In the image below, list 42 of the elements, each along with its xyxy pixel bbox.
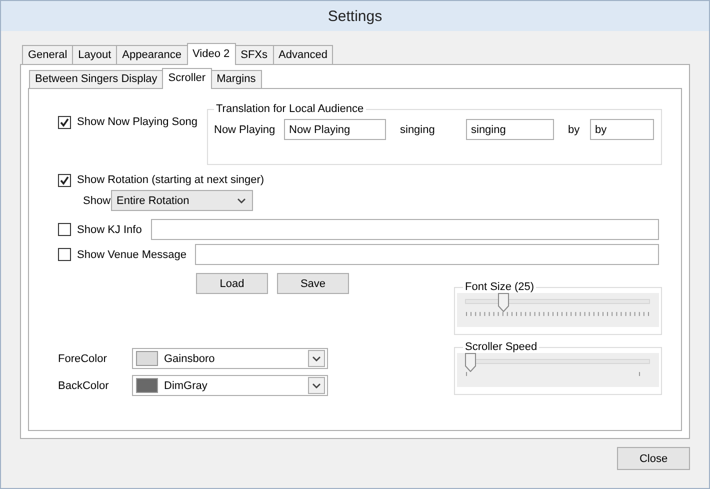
- tab[interactable]: Scroller: [162, 68, 212, 89]
- checkbox[interactable]: [58, 248, 71, 261]
- checkbox-label: Show KJ Info: [77, 224, 142, 236]
- button[interactable]: Save: [277, 273, 349, 294]
- tab[interactable]: Margins: [210, 70, 262, 88]
- field-label: BackColor: [58, 380, 110, 392]
- field-label: by: [568, 124, 581, 136]
- slider-thumb[interactable]: [498, 293, 510, 312]
- input-field[interactable]: [195, 244, 659, 265]
- tab[interactable]: Between Singers Display: [29, 70, 164, 88]
- field-label: Show: [83, 194, 111, 206]
- caret-icon: [312, 382, 321, 388]
- close-button[interactable]: Close: [617, 447, 690, 470]
- checkbox[interactable]: [58, 174, 71, 186]
- input-field[interactable]: singing: [466, 119, 554, 140]
- tab[interactable]: General: [22, 45, 74, 64]
- checkbox-label: Show Now Playing Song: [77, 116, 198, 128]
- color-dropdown[interactable]: DimGray: [132, 375, 328, 396]
- checkbox-label: Show Venue Message: [77, 248, 186, 260]
- tab[interactable]: Advanced: [272, 45, 334, 64]
- field-label: singing: [400, 124, 436, 136]
- field-label: ForeColor: [58, 352, 108, 364]
- tab[interactable]: Video 2: [186, 43, 236, 65]
- caret-icon: [312, 356, 321, 362]
- slider-thumb[interactable]: [465, 353, 476, 372]
- group-title: Font Size (25): [464, 281, 536, 293]
- input-field[interactable]: [151, 219, 659, 240]
- checkbox[interactable]: [58, 223, 71, 236]
- input-field[interactable]: Now Playing: [284, 119, 386, 140]
- caret-icon: [236, 198, 246, 204]
- field-label: Now Playing: [214, 124, 276, 136]
- group-title: Scroller Speed: [464, 341, 538, 353]
- input-field[interactable]: by: [590, 119, 654, 140]
- dropdown[interactable]: Entire Rotation: [110, 190, 253, 211]
- checkbox[interactable]: [58, 116, 71, 128]
- window-title: Settings: [328, 8, 382, 24]
- button[interactable]: Load: [196, 273, 268, 294]
- slider-track[interactable]: [465, 353, 650, 372]
- color-dropdown[interactable]: Gainsboro: [132, 348, 328, 369]
- group-title: Translation for Local Audience: [215, 103, 365, 115]
- checkbox-label: Show Rotation (starting at next singer): [77, 174, 264, 186]
- slider-track[interactable]: [465, 293, 650, 312]
